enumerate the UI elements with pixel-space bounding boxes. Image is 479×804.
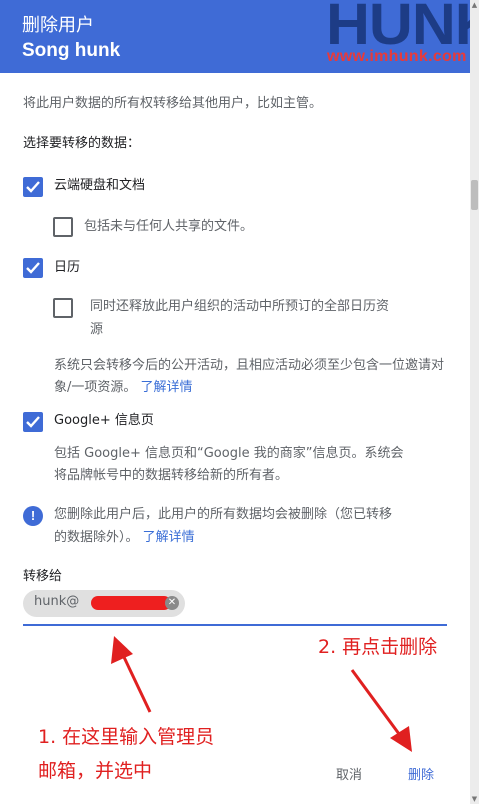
scroll-up-icon[interactable]: ▲: [470, 0, 479, 10]
delete-user-dialog: 删除用户 Song hunk HUNK www.imhunk.com 将此用户数…: [0, 0, 479, 804]
scrollbar-thumb[interactable]: [471, 180, 478, 210]
cancel-button[interactable]: 取消: [336, 766, 362, 786]
arrow-to-delete: [350, 669, 412, 752]
delete-button[interactable]: 删除: [408, 766, 434, 786]
scroll-down-icon[interactable]: ▼: [470, 794, 479, 804]
arrow-to-input: [111, 636, 152, 713]
annotation-arrows: [111, 636, 412, 752]
scrollbar[interactable]: [470, 0, 479, 804]
